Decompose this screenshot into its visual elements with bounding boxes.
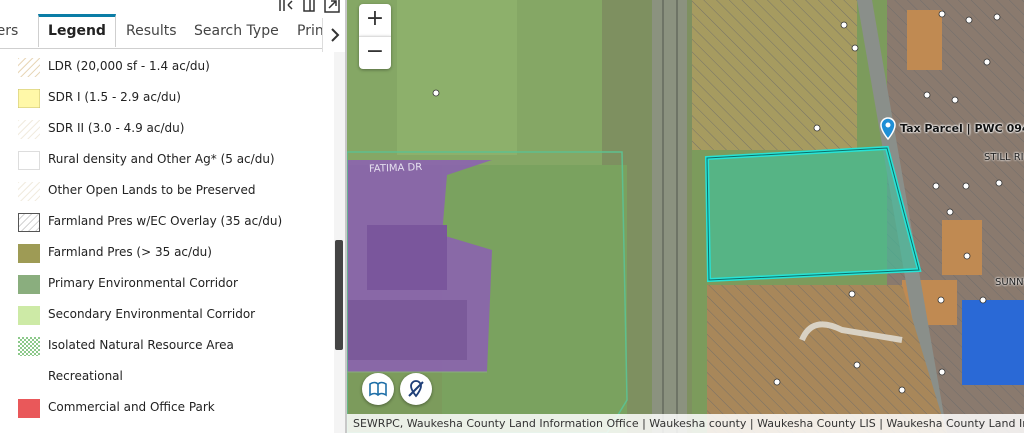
legend-swatch — [18, 120, 40, 139]
parcel-label: Tax Parcel | PWC 0945 — [900, 122, 1024, 135]
legend-item: Commercial and Office Park — [18, 393, 328, 421]
legend-swatch — [18, 182, 40, 201]
legend-label: LDR (20,000 sf - 1.4 ac/du) — [48, 59, 210, 73]
tab-results-label: Results — [126, 23, 177, 39]
street-label-sunny: SUNNY — [995, 277, 1024, 288]
legend-label: Other Open Lands to be Preserved — [48, 183, 256, 197]
legend-label: Secondary Environmental Corridor — [48, 307, 256, 321]
legend-label: Primary Environmental Corridor — [48, 276, 238, 290]
tab-print[interactable]: Print — [297, 16, 323, 47]
zoom-in-button[interactable]: + — [359, 4, 391, 36]
scrollbar-thumb[interactable] — [335, 240, 343, 350]
legend-swatch — [18, 275, 40, 294]
tab-legend-label: Legend — [48, 23, 106, 39]
legend-label: Commercial and Office Park — [48, 400, 215, 414]
legend-swatch — [18, 399, 40, 418]
farmland-hatch — [692, 0, 857, 150]
legend-item: Rural density and Other Ag* (5 ac/du) — [18, 145, 328, 173]
lot-orange — [942, 220, 982, 275]
street-label-still: STILL RI — [984, 152, 1024, 163]
side-panel: Layers Legend Results Search Type Print … — [0, 0, 346, 433]
legend-item: Primary Environmental Corridor — [18, 269, 328, 297]
legend-item: Recreational — [18, 362, 328, 390]
zoom-in-label: + — [365, 6, 385, 31]
legend-item: SDR II (3.0 - 4.9 ac/du) — [18, 114, 328, 142]
tab-legend[interactable]: Legend — [38, 14, 116, 47]
legend-label: Recreational — [48, 369, 123, 383]
legend-toggle-button[interactable] — [362, 373, 394, 405]
legend-label: Rural density and Other Ag* (5 ac/du) — [48, 152, 275, 166]
legend-list: LDR (20,000 sf - 1.4 ac/du) SDR I (1.5 -… — [0, 52, 334, 433]
legend-swatch — [18, 213, 40, 232]
legend-swatch — [18, 151, 40, 170]
collapse-panel-icon[interactable] — [278, 0, 294, 13]
tab-layers[interactable]: Layers — [0, 16, 30, 47]
tab-search-type-label: Search Type — [194, 23, 279, 39]
building — [367, 225, 447, 290]
legend-label: Isolated Natural Resource Area — [48, 338, 234, 352]
legend-item: Other Open Lands to be Preserved — [18, 176, 328, 204]
tab-layers-label: Layers — [0, 23, 19, 39]
zoom-out-button[interactable]: − — [359, 36, 391, 69]
tab-search-type[interactable]: Search Type — [194, 16, 284, 47]
tab-results[interactable]: Results — [126, 16, 186, 47]
tab-print-label: Print — [297, 23, 323, 39]
parking-lot — [347, 300, 467, 360]
legend-label: Farmland Pres w/EC Overlay (35 ac/du) — [48, 214, 283, 228]
expand-panel-icon[interactable] — [324, 0, 340, 13]
dock-panel-icon[interactable] — [302, 0, 318, 13]
street-label-fatima-dr: FATIMA DR — [368, 162, 423, 175]
zoom-out-label: − — [365, 39, 385, 64]
legend-item: Farmland Pres w/EC Overlay (35 ac/du) — [18, 207, 328, 235]
panel-tabs: Layers Legend Results Search Type Print — [0, 14, 346, 49]
legend-label: SDR I (1.5 - 2.9 ac/du) — [48, 90, 181, 104]
legend-item: Farmland Pres (> 35 ac/du) — [18, 238, 328, 266]
legend-item: SDR I (1.5 - 2.9 ac/du) — [18, 83, 328, 111]
legend-label: Farmland Pres (> 35 ac/du) — [48, 245, 212, 259]
field-nw-light — [397, 0, 517, 155]
map-view[interactable]: FATIMA DR STILL RI SUNNY Tax Parcel | PW… — [347, 0, 1024, 433]
legend-swatch — [18, 337, 40, 356]
highway — [652, 0, 687, 433]
lot-orange — [907, 10, 942, 70]
legend-swatch — [18, 89, 40, 108]
legend-swatch — [18, 306, 40, 325]
selected-parcel-fill[interactable] — [707, 148, 919, 280]
map-attribution: SEWRPC, Waukesha County Land Information… — [347, 414, 1024, 433]
legend-item: Isolated Natural Resource Area — [18, 331, 328, 359]
map-canvas[interactable] — [347, 0, 1024, 433]
legend-label: SDR II (3.0 - 4.9 ac/du) — [48, 121, 185, 135]
legend-swatch — [18, 244, 40, 263]
legend-item: Secondary Environmental Corridor — [18, 300, 328, 328]
legend-item: LDR (20,000 sf - 1.4 ac/du) — [18, 52, 328, 80]
tabs-scroll-right-button[interactable] — [322, 18, 346, 52]
legend-swatch — [18, 58, 40, 77]
commercial-zone — [962, 300, 1024, 385]
locate-off-icon — [408, 380, 424, 398]
locate-button[interactable] — [400, 373, 432, 405]
panel-toolbar — [270, 0, 346, 14]
chevron-right-icon — [331, 28, 340, 42]
book-icon — [369, 381, 387, 397]
